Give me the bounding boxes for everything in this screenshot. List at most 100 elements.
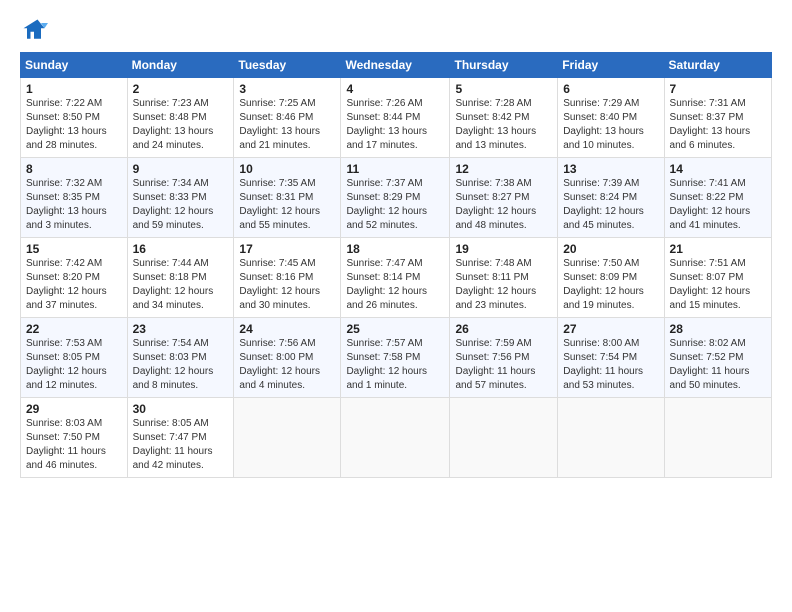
calendar-cell: 24Sunrise: 7:56 AMSunset: 8:00 PMDayligh… bbox=[234, 318, 341, 398]
day-detail: Sunrise: 7:28 AMSunset: 8:42 PMDaylight:… bbox=[455, 97, 552, 153]
day-detail: Sunrise: 7:48 AMSunset: 8:11 PMDaylight:… bbox=[455, 257, 552, 313]
day-number: 9 bbox=[133, 162, 229, 176]
logo bbox=[20, 16, 52, 44]
day-number: 8 bbox=[26, 162, 122, 176]
day-number: 26 bbox=[455, 322, 552, 336]
day-detail: Sunrise: 7:45 AMSunset: 8:16 PMDaylight:… bbox=[239, 257, 335, 313]
calendar-body: 1Sunrise: 7:22 AMSunset: 8:50 PMDaylight… bbox=[21, 78, 772, 478]
calendar-cell: 14Sunrise: 7:41 AMSunset: 8:22 PMDayligh… bbox=[664, 158, 771, 238]
day-number: 24 bbox=[239, 322, 335, 336]
calendar-cell: 20Sunrise: 7:50 AMSunset: 8:09 PMDayligh… bbox=[558, 238, 664, 318]
calendar-cell: 26Sunrise: 7:59 AMSunset: 7:56 PMDayligh… bbox=[450, 318, 558, 398]
day-number: 18 bbox=[346, 242, 444, 256]
day-number: 11 bbox=[346, 162, 444, 176]
calendar-week-3: 15Sunrise: 7:42 AMSunset: 8:20 PMDayligh… bbox=[21, 238, 772, 318]
calendar-cell: 12Sunrise: 7:38 AMSunset: 8:27 PMDayligh… bbox=[450, 158, 558, 238]
day-number: 16 bbox=[133, 242, 229, 256]
calendar-cell: 27Sunrise: 8:00 AMSunset: 7:54 PMDayligh… bbox=[558, 318, 664, 398]
day-number: 2 bbox=[133, 82, 229, 96]
day-number: 10 bbox=[239, 162, 335, 176]
day-number: 5 bbox=[455, 82, 552, 96]
day-number: 7 bbox=[670, 82, 766, 96]
day-detail: Sunrise: 7:50 AMSunset: 8:09 PMDaylight:… bbox=[563, 257, 658, 313]
day-number: 25 bbox=[346, 322, 444, 336]
day-number: 1 bbox=[26, 82, 122, 96]
calendar-cell: 4Sunrise: 7:26 AMSunset: 8:44 PMDaylight… bbox=[341, 78, 450, 158]
calendar-header: SundayMondayTuesdayWednesdayThursdayFrid… bbox=[21, 53, 772, 78]
calendar-week-2: 8Sunrise: 7:32 AMSunset: 8:35 PMDaylight… bbox=[21, 158, 772, 238]
day-detail: Sunrise: 7:56 AMSunset: 8:00 PMDaylight:… bbox=[239, 337, 335, 393]
day-number: 14 bbox=[670, 162, 766, 176]
day-number: 29 bbox=[26, 402, 122, 416]
day-detail: Sunrise: 7:22 AMSunset: 8:50 PMDaylight:… bbox=[26, 97, 122, 153]
calendar-week-1: 1Sunrise: 7:22 AMSunset: 8:50 PMDaylight… bbox=[21, 78, 772, 158]
calendar-cell: 6Sunrise: 7:29 AMSunset: 8:40 PMDaylight… bbox=[558, 78, 664, 158]
day-number: 30 bbox=[133, 402, 229, 416]
calendar-cell: 3Sunrise: 7:25 AMSunset: 8:46 PMDaylight… bbox=[234, 78, 341, 158]
day-number: 4 bbox=[346, 82, 444, 96]
logo-icon bbox=[20, 16, 48, 44]
calendar-cell: 22Sunrise: 7:53 AMSunset: 8:05 PMDayligh… bbox=[21, 318, 128, 398]
day-detail: Sunrise: 7:53 AMSunset: 8:05 PMDaylight:… bbox=[26, 337, 122, 393]
weekday-header-thursday: Thursday bbox=[450, 53, 558, 78]
day-number: 15 bbox=[26, 242, 122, 256]
day-number: 27 bbox=[563, 322, 658, 336]
calendar-cell: 2Sunrise: 7:23 AMSunset: 8:48 PMDaylight… bbox=[127, 78, 234, 158]
calendar-page: SundayMondayTuesdayWednesdayThursdayFrid… bbox=[0, 0, 792, 612]
calendar-cell: 1Sunrise: 7:22 AMSunset: 8:50 PMDaylight… bbox=[21, 78, 128, 158]
day-detail: Sunrise: 7:34 AMSunset: 8:33 PMDaylight:… bbox=[133, 177, 229, 233]
calendar-cell: 25Sunrise: 7:57 AMSunset: 7:58 PMDayligh… bbox=[341, 318, 450, 398]
calendar-cell: 5Sunrise: 7:28 AMSunset: 8:42 PMDaylight… bbox=[450, 78, 558, 158]
day-detail: Sunrise: 7:47 AMSunset: 8:14 PMDaylight:… bbox=[346, 257, 444, 313]
day-detail: Sunrise: 7:37 AMSunset: 8:29 PMDaylight:… bbox=[346, 177, 444, 233]
calendar-cell bbox=[664, 398, 771, 478]
day-detail: Sunrise: 7:44 AMSunset: 8:18 PMDaylight:… bbox=[133, 257, 229, 313]
calendar-week-5: 29Sunrise: 8:03 AMSunset: 7:50 PMDayligh… bbox=[21, 398, 772, 478]
day-detail: Sunrise: 7:25 AMSunset: 8:46 PMDaylight:… bbox=[239, 97, 335, 153]
day-number: 21 bbox=[670, 242, 766, 256]
calendar-week-4: 22Sunrise: 7:53 AMSunset: 8:05 PMDayligh… bbox=[21, 318, 772, 398]
weekday-header-wednesday: Wednesday bbox=[341, 53, 450, 78]
day-detail: Sunrise: 8:03 AMSunset: 7:50 PMDaylight:… bbox=[26, 417, 122, 473]
calendar-cell bbox=[450, 398, 558, 478]
day-detail: Sunrise: 7:54 AMSunset: 8:03 PMDaylight:… bbox=[133, 337, 229, 393]
day-number: 23 bbox=[133, 322, 229, 336]
calendar-cell: 16Sunrise: 7:44 AMSunset: 8:18 PMDayligh… bbox=[127, 238, 234, 318]
day-detail: Sunrise: 7:31 AMSunset: 8:37 PMDaylight:… bbox=[670, 97, 766, 153]
day-detail: Sunrise: 8:00 AMSunset: 7:54 PMDaylight:… bbox=[563, 337, 658, 393]
calendar-cell: 11Sunrise: 7:37 AMSunset: 8:29 PMDayligh… bbox=[341, 158, 450, 238]
day-detail: Sunrise: 7:23 AMSunset: 8:48 PMDaylight:… bbox=[133, 97, 229, 153]
day-number: 3 bbox=[239, 82, 335, 96]
day-detail: Sunrise: 7:38 AMSunset: 8:27 PMDaylight:… bbox=[455, 177, 552, 233]
day-detail: Sunrise: 7:41 AMSunset: 8:22 PMDaylight:… bbox=[670, 177, 766, 233]
calendar-table: SundayMondayTuesdayWednesdayThursdayFrid… bbox=[20, 52, 772, 478]
weekday-header-tuesday: Tuesday bbox=[234, 53, 341, 78]
day-detail: Sunrise: 7:35 AMSunset: 8:31 PMDaylight:… bbox=[239, 177, 335, 233]
calendar-cell bbox=[558, 398, 664, 478]
day-number: 13 bbox=[563, 162, 658, 176]
calendar-cell: 10Sunrise: 7:35 AMSunset: 8:31 PMDayligh… bbox=[234, 158, 341, 238]
calendar-cell: 7Sunrise: 7:31 AMSunset: 8:37 PMDaylight… bbox=[664, 78, 771, 158]
header bbox=[20, 16, 772, 44]
weekday-header-saturday: Saturday bbox=[664, 53, 771, 78]
calendar-cell: 18Sunrise: 7:47 AMSunset: 8:14 PMDayligh… bbox=[341, 238, 450, 318]
day-number: 12 bbox=[455, 162, 552, 176]
day-number: 19 bbox=[455, 242, 552, 256]
day-number: 17 bbox=[239, 242, 335, 256]
day-number: 22 bbox=[26, 322, 122, 336]
day-detail: Sunrise: 7:26 AMSunset: 8:44 PMDaylight:… bbox=[346, 97, 444, 153]
weekday-header-monday: Monday bbox=[127, 53, 234, 78]
day-detail: Sunrise: 7:57 AMSunset: 7:58 PMDaylight:… bbox=[346, 337, 444, 393]
calendar-cell: 8Sunrise: 7:32 AMSunset: 8:35 PMDaylight… bbox=[21, 158, 128, 238]
day-detail: Sunrise: 7:39 AMSunset: 8:24 PMDaylight:… bbox=[563, 177, 658, 233]
calendar-cell: 29Sunrise: 8:03 AMSunset: 7:50 PMDayligh… bbox=[21, 398, 128, 478]
day-detail: Sunrise: 7:29 AMSunset: 8:40 PMDaylight:… bbox=[563, 97, 658, 153]
day-detail: Sunrise: 8:05 AMSunset: 7:47 PMDaylight:… bbox=[133, 417, 229, 473]
weekday-header-sunday: Sunday bbox=[21, 53, 128, 78]
calendar-cell: 28Sunrise: 8:02 AMSunset: 7:52 PMDayligh… bbox=[664, 318, 771, 398]
day-detail: Sunrise: 7:51 AMSunset: 8:07 PMDaylight:… bbox=[670, 257, 766, 313]
calendar-cell: 15Sunrise: 7:42 AMSunset: 8:20 PMDayligh… bbox=[21, 238, 128, 318]
day-number: 6 bbox=[563, 82, 658, 96]
calendar-cell: 30Sunrise: 8:05 AMSunset: 7:47 PMDayligh… bbox=[127, 398, 234, 478]
day-detail: Sunrise: 7:42 AMSunset: 8:20 PMDaylight:… bbox=[26, 257, 122, 313]
